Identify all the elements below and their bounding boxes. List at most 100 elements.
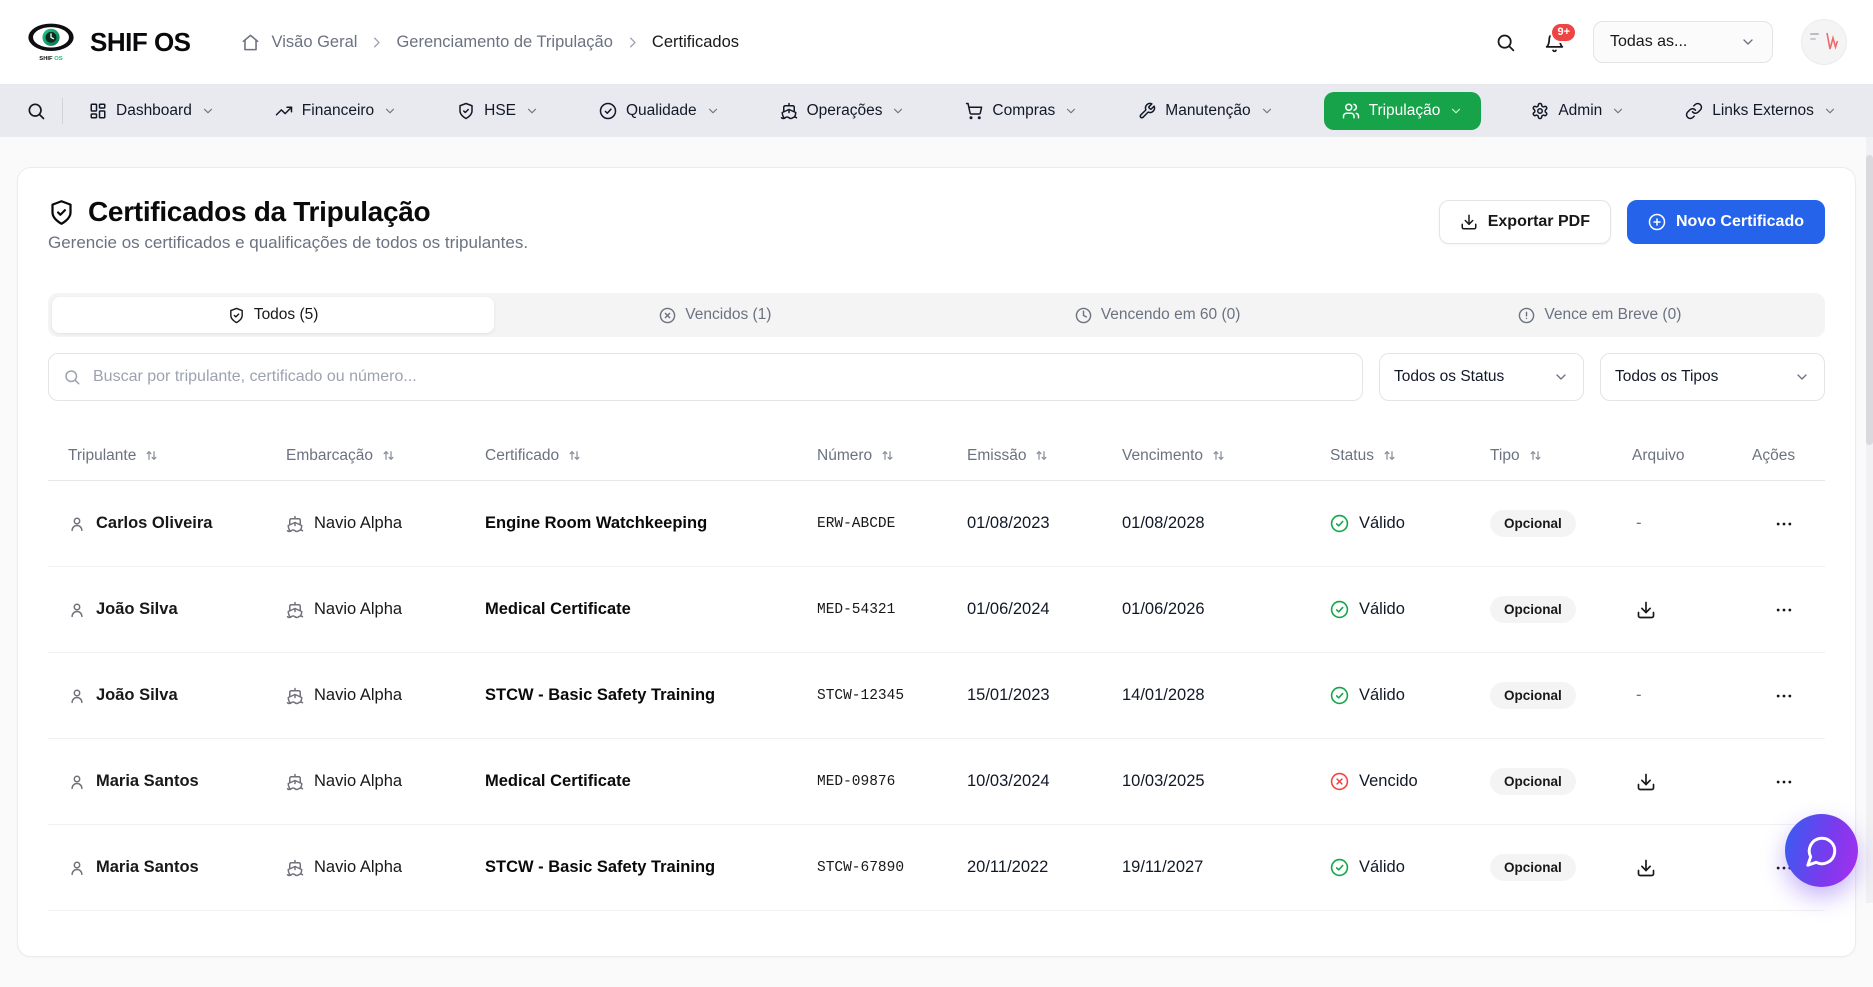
new-certificate-button[interactable]: Novo Certificado (1627, 200, 1825, 244)
main-content: Certificados da Tripulação Gerencie os c… (0, 137, 1873, 987)
shield-icon (457, 102, 475, 120)
issue-date: 20/11/2022 (967, 858, 1122, 877)
column-header-embarcação[interactable]: Embarcação (286, 447, 485, 465)
nav-item-label: HSE (484, 102, 516, 120)
column-header-status[interactable]: Status (1330, 447, 1490, 465)
search-icon (1495, 32, 1516, 53)
table-row[interactable]: João Silva Navio Alpha STCW - Basic Safe… (48, 653, 1825, 739)
ellipsis-icon (1774, 600, 1794, 620)
brand-logo[interactable]: SHIF OS SHIF OS (26, 19, 191, 65)
tab-vencendo-60[interactable]: Vencendo em 60 (0) (937, 297, 1379, 333)
type-badge: Opcional (1490, 768, 1576, 795)
tab-label: Vencendo em 60 (0) (1101, 306, 1241, 324)
type-badge: Opcional (1490, 510, 1576, 537)
nav-item-dashboard[interactable]: Dashboard (79, 92, 225, 130)
certificate-number: MED-09876 (817, 774, 967, 790)
file-download-button[interactable] (1632, 596, 1660, 624)
org-selector-label: Todas as... (1610, 33, 1687, 51)
tab-todos[interactable]: Todos (5) (52, 297, 494, 333)
person-icon (68, 515, 86, 533)
certificate-number: MED-54321 (817, 602, 967, 618)
nav-item-label: Operações (807, 102, 883, 120)
row-actions-button[interactable] (1770, 682, 1798, 710)
breadcrumb-item-visao-geral[interactable]: Visão Geral (272, 33, 358, 52)
status-label: Válido (1359, 514, 1405, 533)
nav-item-label: Links Externos (1712, 102, 1814, 120)
status-tabs: Todos (5) Vencidos (1) Vencendo em 60 (0… (48, 293, 1825, 337)
table-row[interactable]: João Silva Navio Alpha Medical Certifica… (48, 567, 1825, 653)
nav-item-tripulacao[interactable]: Tripulação (1324, 92, 1482, 130)
issue-date: 01/08/2023 (967, 514, 1122, 533)
column-label: Certificado (485, 447, 559, 465)
chat-fab-button[interactable] (1785, 814, 1858, 887)
chevron-down-icon (201, 104, 215, 118)
type-filter-label: Todos os Tipos (1615, 368, 1718, 386)
chevron-down-icon (1611, 104, 1625, 118)
ship-icon (286, 515, 304, 533)
column-header-número[interactable]: Número (817, 447, 967, 465)
check-circle-icon (1330, 686, 1349, 705)
table-row[interactable]: Maria Santos Navio Alpha STCW - Basic Sa… (48, 825, 1825, 911)
status-filter-dropdown[interactable]: Todos os Status (1379, 353, 1584, 401)
nav-item-admin[interactable]: Admin (1521, 92, 1635, 130)
search-box (48, 353, 1363, 401)
x-circle-icon (1330, 772, 1349, 791)
nav-item-label: Qualidade (626, 102, 697, 120)
shif-os-eye-logo-icon: SHIF OS (26, 19, 76, 65)
ship-icon (286, 601, 304, 619)
nav-item-operacoes[interactable]: Operações (770, 92, 916, 130)
column-header-tipo[interactable]: Tipo (1490, 447, 1632, 465)
table-row[interactable]: Carlos Oliveira Navio Alpha Engine Room … (48, 481, 1825, 567)
cart-icon (965, 102, 983, 120)
tab-vence-breve[interactable]: Vence em Breve (0) (1379, 297, 1821, 333)
nav-items: Dashboard Financeiro HSE Qualidade Opera… (79, 92, 1847, 130)
column-label: Tipo (1490, 447, 1520, 465)
column-header-vencimento[interactable]: Vencimento (1122, 447, 1330, 465)
org-selector-dropdown[interactable]: Todas as... (1593, 21, 1773, 63)
nav-item-compras[interactable]: Compras (955, 92, 1088, 130)
scrollbar[interactable] (1866, 137, 1873, 903)
user-avatar[interactable] (1801, 19, 1847, 65)
nav-item-qualidade[interactable]: Qualidade (589, 92, 730, 130)
sort-icon (144, 448, 159, 463)
nav-item-label: Dashboard (116, 102, 192, 120)
breadcrumb-item-gerenciamento[interactable]: Gerenciamento de Tripulação (396, 33, 612, 52)
sort-icon (381, 448, 396, 463)
nav-item-financeiro[interactable]: Financeiro (265, 92, 407, 130)
tab-label: Todos (5) (254, 306, 319, 324)
chevron-right-icon (625, 35, 640, 50)
ellipsis-icon (1774, 686, 1794, 706)
nav-search-button[interactable] (26, 101, 46, 121)
grid-icon (89, 102, 107, 120)
notifications-button[interactable]: 9+ (1544, 32, 1565, 53)
tab-vencidos[interactable]: Vencidos (1) (494, 297, 936, 333)
certificates-table: Tripulante Embarcação Certificado Número… (48, 431, 1825, 911)
ellipsis-icon (1774, 514, 1794, 534)
table-row[interactable]: Maria Santos Navio Alpha Medical Certifi… (48, 739, 1825, 825)
page-actions: Exportar PDF Novo Certificado (1439, 200, 1825, 244)
crew-name: Maria Santos (96, 858, 199, 877)
search-input[interactable] (48, 353, 1363, 401)
issue-date: 01/06/2024 (967, 600, 1122, 619)
sort-icon (1211, 448, 1226, 463)
nav-item-links-externos[interactable]: Links Externos (1675, 92, 1847, 130)
nav-item-hse[interactable]: HSE (447, 92, 549, 130)
row-actions-button[interactable] (1770, 510, 1798, 538)
header-search-button[interactable] (1495, 32, 1516, 53)
file-download-button[interactable] (1632, 854, 1660, 882)
app-header: SHIF OS SHIF OS Visão Geral Gerenciament… (0, 0, 1873, 85)
row-actions-button[interactable] (1770, 768, 1798, 796)
column-header-certificado[interactable]: Certificado (485, 447, 817, 465)
export-pdf-button[interactable]: Exportar PDF (1439, 200, 1611, 244)
column-header-tripulante[interactable]: Tripulante (68, 447, 286, 465)
file-download-button[interactable] (1632, 768, 1660, 796)
sort-icon (1034, 448, 1049, 463)
nav-item-manutencao[interactable]: Manutenção (1128, 92, 1283, 130)
row-actions-button[interactable] (1770, 596, 1798, 624)
certificate-name: Engine Room Watchkeeping (485, 514, 817, 533)
scrollbar-thumb[interactable] (1866, 155, 1873, 445)
page-title: Certificados da Tripulação (88, 196, 430, 228)
column-header-emissão[interactable]: Emissão (967, 447, 1122, 465)
status-label: Válido (1359, 686, 1405, 705)
type-filter-dropdown[interactable]: Todos os Tipos (1600, 353, 1825, 401)
